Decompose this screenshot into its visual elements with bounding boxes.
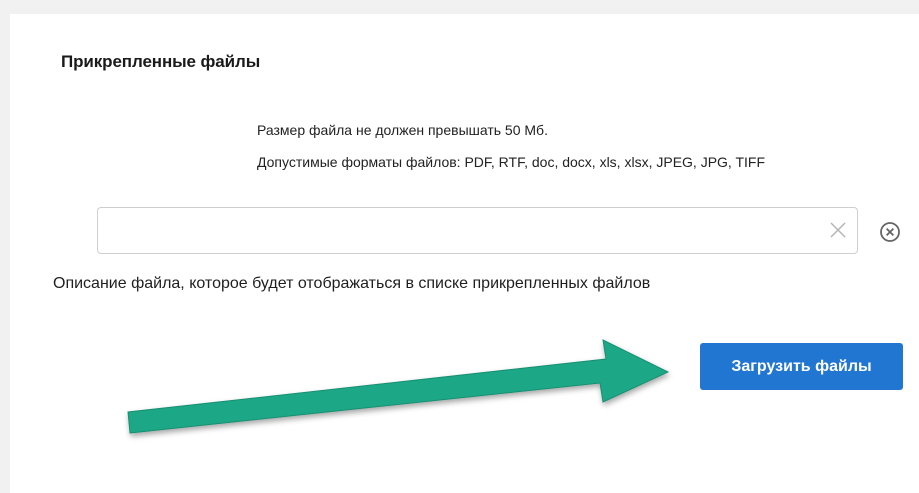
attached-files-panel: Прикрепленные файлы Размер файла не долж…: [10, 14, 919, 493]
file-description-input[interactable]: [97, 207, 858, 254]
file-size-hint: Размер файла не должен превышать 50 Мб.: [257, 122, 548, 138]
clear-input-icon[interactable]: [828, 220, 848, 240]
file-description-helper: Описание файла, которое будет отображать…: [53, 275, 651, 292]
remove-file-icon[interactable]: [879, 221, 901, 243]
upload-files-button[interactable]: Загрузить файлы: [700, 343, 903, 390]
section-title: Прикрепленные файлы: [61, 52, 261, 71]
file-formats-hint: Допустимые форматы файлов: PDF, RTF, doc…: [257, 154, 765, 170]
